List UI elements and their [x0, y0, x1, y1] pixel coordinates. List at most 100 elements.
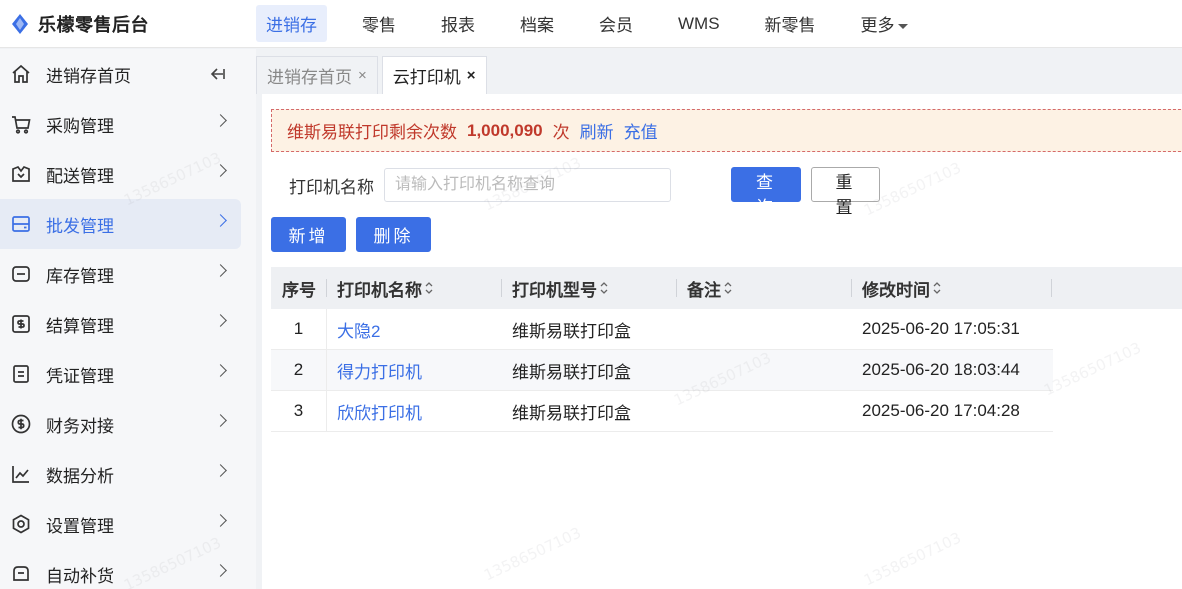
column-header-remark[interactable]: 备注 — [677, 267, 852, 309]
cart-icon — [10, 113, 32, 135]
top-nav: 进销存 零售 报表 档案 会员 WMS 新零售 更多 — [256, 0, 943, 48]
tab-label: 进销存首页 — [267, 68, 352, 87]
topnav-members[interactable]: 会员 — [589, 5, 643, 42]
main-content: 维斯易联打印剩余次数 1,000,090 次 刷新 充值 打印机名称 查询 重置… — [262, 94, 1182, 589]
delivery-box-icon — [10, 163, 32, 185]
printer-table: 序号 打印机名称 打印机型号 备注 修改时间 1 大隐2 维斯易联打印盒 202… — [271, 267, 1182, 432]
sidebar-item-label: 凭证管理 — [46, 366, 114, 386]
cell-remark — [677, 350, 852, 390]
auto-restock-icon — [10, 563, 32, 585]
table-row[interactable]: 3 欣欣打印机 维斯易联打印盒 2025-06-20 17:04:28 — [271, 391, 1053, 432]
sidebar-item-home[interactable]: 进销存首页 — [0, 49, 241, 99]
cell-no: 1 — [271, 309, 327, 349]
column-header-modified-time[interactable]: 修改时间 — [852, 267, 1052, 309]
tab-cloud-printer[interactable]: 云打印机 × — [381, 56, 487, 94]
sidebar-item-label: 库存管理 — [46, 266, 114, 286]
sort-icon[interactable] — [424, 281, 434, 295]
topnav-retail[interactable]: 零售 — [352, 5, 406, 42]
cell-printer-model: 维斯易联打印盒 — [512, 321, 631, 341]
printer-name-input[interactable] — [384, 168, 671, 202]
close-icon[interactable]: × — [467, 67, 476, 84]
inventory-icon — [10, 263, 32, 285]
brand-logo-icon — [12, 13, 28, 34]
collapse-sidebar-icon[interactable] — [208, 66, 226, 82]
sidebar-item-inventory[interactable]: 库存管理 — [0, 249, 241, 299]
chevron-right-icon — [214, 264, 227, 277]
column-header-printer-model[interactable]: 打印机型号 — [502, 267, 677, 309]
query-button[interactable]: 查询 — [731, 167, 801, 217]
sidebar-item-settings[interactable]: 设置管理 — [0, 499, 241, 549]
topnav-reports[interactable]: 报表 — [431, 5, 485, 42]
cell-printer-name-link[interactable]: 大隐2 — [327, 309, 502, 349]
sort-icon[interactable] — [932, 281, 942, 295]
cell-remark — [677, 391, 852, 431]
sidebar-item-label: 财务对接 — [46, 416, 114, 436]
chevron-right-icon — [214, 114, 227, 127]
chevron-right-icon — [214, 314, 227, 327]
chevron-right-icon — [214, 564, 227, 577]
table-header: 序号 打印机名称 打印机型号 备注 修改时间 — [271, 267, 1182, 309]
sidebar-item-data-analysis[interactable]: 数据分析 — [0, 449, 241, 499]
sidebar-item-label: 配送管理 — [46, 166, 114, 186]
close-icon[interactable]: × — [358, 67, 367, 84]
sidebar-item-settlement[interactable]: 结算管理 — [0, 299, 241, 349]
remaining-count: 1,000,090 — [467, 120, 543, 140]
sidebar-item-label: 自动补货 — [46, 566, 114, 586]
finance-icon — [10, 413, 32, 435]
sidebar-item-wholesale[interactable]: 批发管理 — [0, 199, 241, 249]
topnav-archives[interactable]: 档案 — [510, 5, 564, 42]
search-form: 打印机名称 — [289, 167, 671, 203]
sidebar-item-purchase[interactable]: 采购管理 — [0, 99, 241, 149]
top-header: 乐檬零售后台 进销存 零售 报表 档案 会员 WMS 新零售 更多 — [0, 0, 1182, 48]
sidebar-item-label: 数据分析 — [46, 466, 114, 486]
brand-name: 乐檬零售后台 — [38, 14, 149, 35]
sidebar-item-finance[interactable]: 财务对接 — [0, 399, 241, 449]
cell-modified-time: 2025-06-20 18:03:44 — [862, 360, 1020, 379]
topnav-jinxiaocun[interactable]: 进销存 — [256, 5, 327, 42]
cell-no: 2 — [271, 350, 327, 390]
sort-icon[interactable] — [723, 281, 733, 295]
sidebar-item-label: 结算管理 — [46, 316, 114, 336]
sidebar-item-delivery[interactable]: 配送管理 — [0, 149, 241, 199]
wholesale-icon — [10, 213, 32, 235]
recharge-link[interactable]: 充值 — [624, 118, 658, 143]
column-header-printer-name[interactable]: 打印机名称 — [327, 267, 502, 309]
chevron-right-icon — [214, 164, 227, 177]
table-body: 1 大隐2 维斯易联打印盒 2025-06-20 17:05:31 2 得力打印… — [271, 309, 1182, 432]
topnav-wms[interactable]: WMS — [668, 8, 730, 40]
settlement-icon — [10, 313, 32, 335]
cell-printer-name-link[interactable]: 欣欣打印机 — [327, 391, 502, 431]
voucher-icon — [10, 363, 32, 385]
topnav-new-retail[interactable]: 新零售 — [755, 5, 826, 42]
tab-jinxiaocun-home[interactable]: 进销存首页 × — [256, 56, 378, 94]
cell-remark — [677, 309, 852, 349]
column-header-no: 序号 — [271, 267, 327, 309]
sidebar-item-label: 设置管理 — [46, 516, 114, 536]
chevron-right-icon — [214, 364, 227, 377]
delete-button[interactable]: 删除 — [356, 217, 431, 252]
chevron-right-icon — [214, 464, 227, 477]
sort-icon[interactable] — [599, 281, 609, 295]
chevron-right-icon — [214, 214, 227, 227]
home-icon — [10, 63, 32, 85]
count-unit: 次 — [552, 123, 570, 142]
sidebar: 进销存首页 采购管理 配送管理 批发管理 库存管理 结算管理 凭证管理 财务对接 — [0, 49, 256, 589]
cell-modified-time: 2025-06-20 17:05:31 — [862, 319, 1020, 338]
sidebar-item-label: 采购管理 — [46, 116, 114, 136]
brand[interactable]: 乐檬零售后台 — [0, 11, 256, 37]
printer-name-label: 打印机名称 — [289, 177, 374, 197]
cell-modified-time: 2025-06-20 17:04:28 — [862, 401, 1020, 420]
cell-printer-model: 维斯易联打印盒 — [512, 362, 631, 382]
cell-printer-name-link[interactable]: 得力打印机 — [327, 350, 502, 390]
caret-down-icon — [897, 24, 908, 30]
topnav-more[interactable]: 更多 — [851, 5, 918, 42]
table-row[interactable]: 1 大隐2 维斯易联打印盒 2025-06-20 17:05:31 — [271, 309, 1053, 350]
settings-icon — [10, 513, 32, 535]
sidebar-item-auto-restock[interactable]: 自动补货 — [0, 549, 241, 589]
refresh-link[interactable]: 刷新 — [580, 118, 614, 143]
cell-printer-model: 维斯易联打印盒 — [512, 403, 631, 423]
add-button[interactable]: 新增 — [271, 217, 346, 252]
table-row[interactable]: 2 得力打印机 维斯易联打印盒 2025-06-20 18:03:44 — [271, 350, 1053, 391]
reset-button[interactable]: 重置 — [811, 167, 880, 217]
sidebar-item-voucher[interactable]: 凭证管理 — [0, 349, 241, 399]
